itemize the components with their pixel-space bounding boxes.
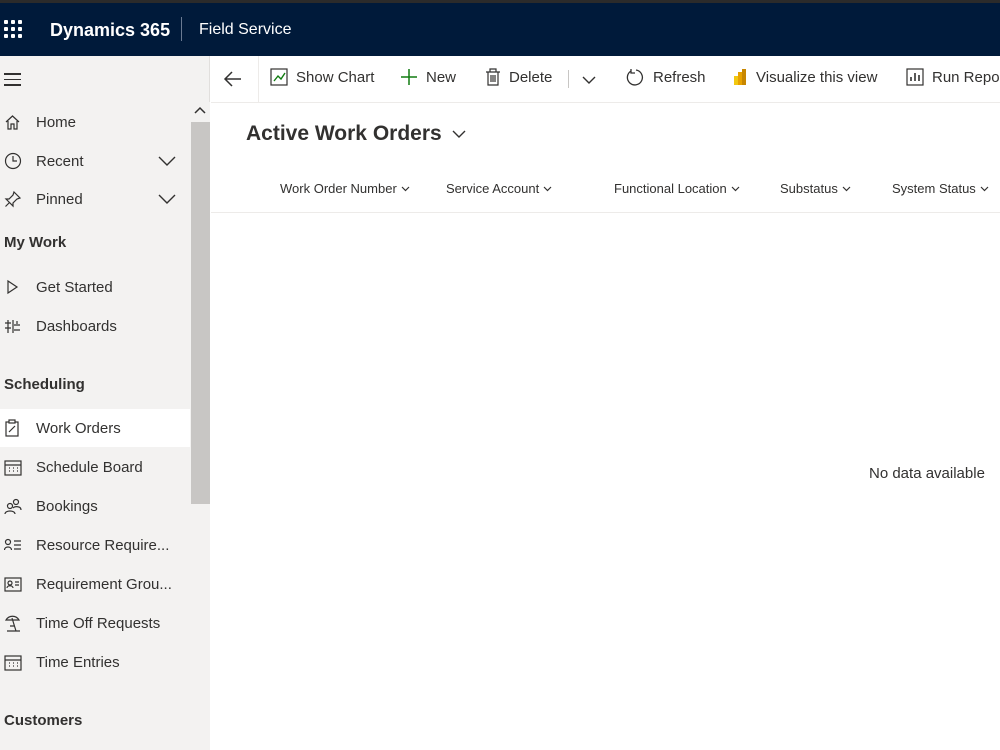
- back-arrow-icon[interactable]: [223, 70, 243, 88]
- nav-group-scheduling: Scheduling: [4, 376, 85, 393]
- chevron-down-icon: [543, 186, 552, 191]
- clipboard-icon: [5, 419, 19, 437]
- home-icon: [5, 114, 20, 130]
- people-icon: [4, 498, 22, 514]
- app-header: Dynamics 365 Field Service: [0, 0, 1000, 56]
- calendar-icon: [4, 654, 22, 671]
- page-title: Active Work Orders: [246, 122, 442, 145]
- column-header-work-order-number[interactable]: Work Order Number: [280, 181, 410, 196]
- pin-icon: [4, 190, 22, 208]
- sidebar-item-time-off-requests[interactable]: Time Off Requests: [0, 604, 190, 642]
- sidebar-item-label: Schedule Board: [36, 458, 143, 476]
- column-header-functional-location[interactable]: Functional Location: [614, 181, 740, 196]
- column-header-label: Substatus: [780, 181, 838, 196]
- nav-group-my-work: My Work: [4, 234, 67, 251]
- column-header-label: Service Account: [446, 181, 540, 196]
- column-header-label: Functional Location: [614, 181, 727, 196]
- power-bi-icon: [734, 69, 746, 85]
- grid-header-row: Work Order Number Service Account Functi…: [211, 175, 1000, 213]
- refresh-button[interactable]: Refresh: [626, 68, 706, 87]
- sidebar-item-get-started[interactable]: Get Started: [0, 268, 190, 306]
- run-report-button[interactable]: Run Repo: [906, 68, 1000, 86]
- visualize-label: Visualize this view: [756, 68, 878, 86]
- app-launcher-icon[interactable]: [4, 20, 22, 38]
- chevron-down-icon: [842, 186, 851, 191]
- app-name[interactable]: Field Service: [199, 21, 291, 39]
- person-list-icon: [4, 538, 21, 551]
- sidebar-item-label: Time Off Requests: [36, 614, 161, 632]
- empty-grid-message: No data available: [869, 465, 985, 482]
- sidebar-item-bookings[interactable]: Bookings: [0, 487, 190, 525]
- column-header-label: Work Order Number: [280, 181, 397, 196]
- plus-icon: [401, 69, 417, 85]
- column-header-system-status[interactable]: System Status: [892, 181, 989, 196]
- contact-card-icon: [4, 576, 22, 592]
- sidebar-item-schedule-board[interactable]: Schedule Board: [0, 448, 190, 486]
- trash-icon: [486, 68, 500, 86]
- sidebar-item-time-entries[interactable]: Time Entries: [0, 643, 190, 681]
- clock-icon: [4, 152, 22, 170]
- view-selector[interactable]: Active Work Orders: [246, 122, 466, 146]
- header-divider: [181, 17, 182, 41]
- sidebar-item-label: Dashboards: [36, 317, 117, 335]
- chevron-down-icon[interactable]: [158, 190, 176, 208]
- delete-label: Delete: [509, 68, 553, 86]
- sidebar-item-home[interactable]: Home: [0, 103, 190, 141]
- new-button[interactable]: New: [400, 68, 456, 86]
- column-header-service-account[interactable]: Service Account: [446, 181, 552, 196]
- report-icon: [906, 68, 924, 86]
- visualize-view-button[interactable]: Visualize this view: [732, 68, 877, 86]
- chart-icon: [270, 68, 288, 86]
- sidebar-item-requirement-groups[interactable]: Requirement Grou...: [0, 565, 190, 603]
- sidebar-scrollbar-thumb[interactable]: [191, 122, 210, 504]
- refresh-label: Refresh: [653, 69, 706, 86]
- show-chart-button[interactable]: Show Chart: [270, 68, 374, 86]
- hamburger-menu-icon[interactable]: [4, 73, 21, 90]
- sitemap-sidebar: Home Recent Pinned My Work Get Started D…: [0, 56, 210, 750]
- chevron-down-icon: [731, 186, 740, 191]
- run-report-label: Run Repo: [932, 68, 1000, 86]
- play-icon: [7, 279, 19, 295]
- sidebar-item-label: Home: [36, 113, 77, 131]
- sidebar-item-label: Work Orders: [36, 419, 121, 437]
- nav-group-customers: Customers: [4, 712, 83, 729]
- calendar-icon: [4, 459, 22, 476]
- sidebar-item-label: Bookings: [36, 497, 98, 515]
- delete-button[interactable]: Delete: [485, 68, 552, 86]
- chevron-down-icon[interactable]: [158, 152, 176, 170]
- sidebar-item-label: Recent: [36, 152, 84, 170]
- command-divider: [568, 70, 569, 88]
- dashboard-icon: [5, 319, 20, 333]
- sidebar-item-label: Time Entries: [36, 653, 120, 671]
- chevron-down-icon: [452, 130, 466, 138]
- chevron-down-icon: [980, 186, 989, 191]
- new-label: New: [426, 68, 457, 86]
- scroll-up-icon[interactable]: [194, 106, 206, 114]
- chevron-down-icon: [401, 186, 410, 191]
- sidebar-item-recent[interactable]: Recent: [0, 142, 190, 180]
- sidebar-item-dashboards[interactable]: Dashboards: [0, 307, 190, 345]
- sidebar-item-label: Pinned: [36, 190, 83, 208]
- column-header-substatus[interactable]: Substatus: [780, 181, 851, 196]
- sidebar-item-label: Get Started: [36, 278, 113, 296]
- sidebar-item-resource-requirements[interactable]: Resource Require...: [0, 526, 190, 564]
- column-header-label: System Status: [892, 181, 976, 196]
- sidebar-item-work-orders[interactable]: Work Orders: [0, 409, 190, 447]
- brand-name[interactable]: Dynamics 365: [50, 20, 170, 41]
- sidebar-item-label: Requirement Grou...: [36, 575, 172, 593]
- command-bar: Show Chart New Delete Refresh Visualize …: [211, 56, 1000, 103]
- sidebar-item-pinned[interactable]: Pinned: [0, 180, 190, 218]
- command-divider: [258, 56, 259, 103]
- beach-icon: [4, 615, 21, 632]
- chevron-down-icon[interactable]: [582, 76, 596, 85]
- refresh-icon: [626, 69, 644, 86]
- show-chart-label: Show Chart: [296, 68, 375, 86]
- sidebar-item-label: Resource Require...: [36, 536, 170, 554]
